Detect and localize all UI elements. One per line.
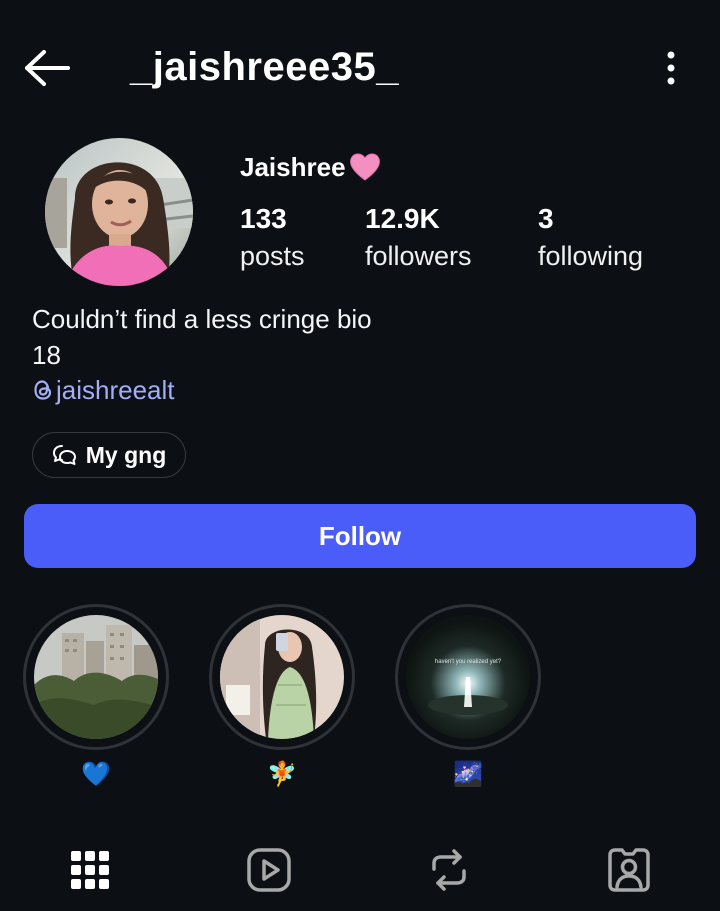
following-stat[interactable]: 3 following [538, 200, 643, 274]
highlight-label: 🧚 [267, 761, 297, 788]
followers-stat[interactable]: 12.9K followers [365, 200, 472, 274]
story-highlight[interactable]: 💙 [21, 604, 171, 790]
following-count: 3 [538, 203, 554, 234]
profile-avatar[interactable] [45, 138, 193, 286]
chat-chip-label: My gng [85, 441, 167, 468]
reels-icon [247, 848, 291, 892]
highlight-label: 🌌 [453, 761, 483, 788]
posts-stat[interactable]: 133 posts [240, 200, 305, 274]
reposts-icon [432, 849, 466, 891]
pink-heart-icon [349, 153, 380, 181]
following-label: following [538, 241, 644, 271]
chat-channel-chip[interactable]: My gng [32, 432, 186, 478]
tab-tagged[interactable] [605, 846, 653, 894]
story-highlight[interactable]: 🧚 [207, 604, 357, 790]
threads-link[interactable]: jaishreealt [32, 373, 175, 407]
story-highlight[interactable]: haven't you realized yet? 🌌 [393, 604, 543, 790]
tab-reels[interactable] [245, 846, 293, 894]
highlight-cover-image [34, 615, 158, 739]
posts-count: 133 [240, 203, 287, 234]
bio-line: 18 [32, 340, 61, 370]
highlight-ring [209, 604, 355, 750]
followers-count: 12.9K [365, 203, 440, 234]
vertical-dots-icon [667, 51, 675, 85]
back-button[interactable] [22, 48, 72, 88]
highlight-ring [23, 604, 169, 750]
highlight-label: 💙 [81, 761, 111, 788]
grid-icon [71, 851, 109, 889]
display-name: Jaishree [240, 150, 382, 184]
profile-page: _jaishreee35_ Jaishree 133 posts 12.9K f… [0, 0, 720, 911]
follow-button-label: Follow [318, 520, 402, 551]
bio-line: Couldn’t find a less cringe bio [32, 304, 372, 334]
chat-bubbles-icon [52, 445, 76, 465]
follow-button[interactable]: Follow [24, 504, 696, 568]
page-title-username: _jaishreee35_ [130, 45, 399, 89]
arrow-left-icon [25, 50, 70, 86]
highlight-cover-image: haven't you realized yet? [406, 615, 530, 739]
highlight-ring: haven't you realized yet? [395, 604, 541, 750]
highlight-image-text: haven't you realized yet? [435, 659, 502, 665]
highlight-cover-image [220, 615, 344, 739]
more-options-button[interactable] [656, 48, 686, 88]
followers-label: followers [365, 241, 472, 271]
display-name-text: Jaishree [240, 152, 346, 182]
threads-icon [34, 380, 52, 400]
threads-handle: jaishreealt [56, 375, 175, 405]
tab-reposts[interactable] [425, 846, 473, 894]
tab-posts-grid[interactable] [66, 846, 114, 894]
tagged-icon [608, 848, 650, 892]
posts-label: posts [240, 241, 305, 271]
